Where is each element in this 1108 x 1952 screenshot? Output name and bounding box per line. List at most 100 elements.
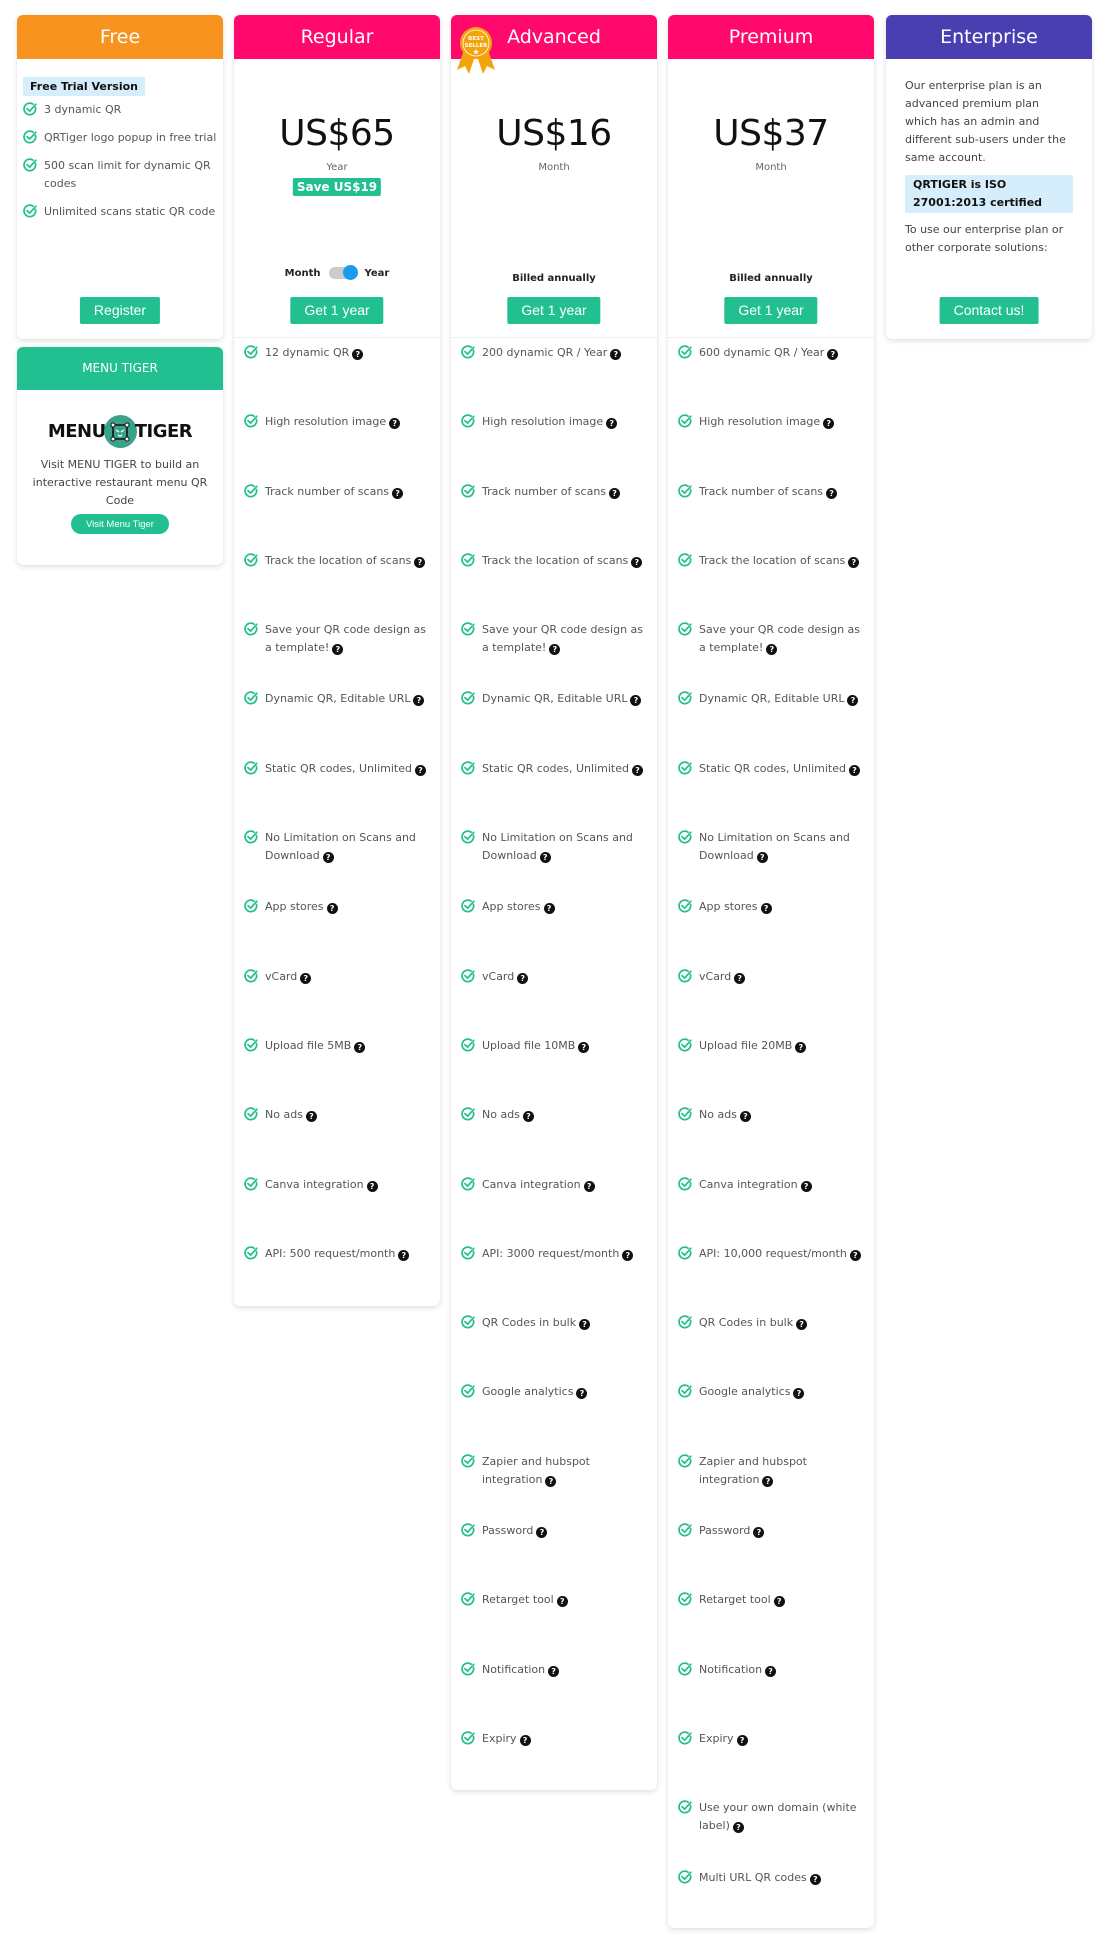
free-feature-item: QRTiger logo popup in free trial	[23, 129, 219, 147]
help-tooltip-icon[interactable]: ?	[322, 852, 334, 864]
help-tooltip-icon[interactable]: ?	[610, 349, 622, 360]
toggle-label-year: Year	[364, 267, 390, 279]
help-tooltip-icon[interactable]: ?	[630, 695, 642, 707]
check-circle-icon	[678, 1176, 692, 1191]
get-1-year-button-premium[interactable]: Get 1 year	[724, 297, 818, 324]
feature-text: 500 scan limit for dynamic QR codes	[44, 159, 211, 190]
feature-text: No ads	[699, 1108, 737, 1122]
help-tooltip-icon[interactable]: ?	[762, 1475, 774, 1487]
feature-text: QR Codes in bulk	[699, 1316, 794, 1330]
check-circle-icon	[23, 158, 37, 172]
get-1-year-button-regular[interactable]: Get 1 year	[290, 297, 384, 324]
help-tooltip-icon[interactable]: ?	[326, 903, 338, 915]
menu-tiger-card: MENU TIGER MENU TIGER Visit MENU TIGER t…	[17, 347, 223, 565]
help-tooltip-icon[interactable]: ?	[756, 852, 768, 864]
help-tooltip-icon[interactable]: ?	[392, 487, 404, 499]
help-tooltip-icon[interactable]: ?	[823, 418, 835, 430]
help-tooltip-icon[interactable]: ?	[606, 418, 618, 430]
help-tooltip-icon[interactable]: ?	[539, 852, 551, 864]
visit-menu-tiger-button[interactable]: Visit Menu Tiger	[71, 514, 169, 534]
help-tooltip-icon[interactable]: ?	[354, 1041, 366, 1053]
feature-list-premium: 600 dynamic QR / Year? High resolution im…	[668, 338, 874, 1938]
feature-text: 12 dynamic QR	[265, 346, 350, 359]
help-tooltip-icon[interactable]: ?	[548, 1665, 560, 1677]
help-tooltip-icon[interactable]: ?	[753, 1527, 765, 1539]
help-tooltip-icon[interactable]: ?	[519, 1734, 531, 1746]
help-tooltip-icon[interactable]: ?	[800, 1180, 812, 1192]
plan-card-advanced: Advanced BEST SELLER US$16 Month Billed …	[451, 15, 657, 1790]
help-tooltip-icon[interactable]: ?	[549, 644, 561, 656]
help-tooltip-icon[interactable]: ?	[849, 1249, 861, 1261]
help-tooltip-icon[interactable]: ?	[736, 1734, 748, 1746]
check-circle-icon	[461, 830, 475, 844]
help-tooltip-icon[interactable]: ?	[578, 1041, 590, 1053]
check-circle-icon	[244, 1038, 258, 1052]
feature-text: High resolution image	[699, 415, 821, 429]
feature-text: Expiry	[699, 1731, 734, 1745]
help-tooltip-icon[interactable]: ?	[795, 1041, 807, 1053]
menu-tiger-logo: MENU TIGER	[17, 415, 223, 448]
help-tooltip-icon[interactable]: ?	[848, 764, 860, 776]
help-tooltip-icon[interactable]: ?	[543, 903, 555, 915]
help-tooltip-icon[interactable]: ?	[847, 695, 859, 707]
help-tooltip-icon[interactable]: ?	[536, 1527, 548, 1539]
feature-item: No ads?	[244, 1106, 430, 1175]
help-tooltip-icon[interactable]: ?	[609, 487, 621, 499]
help-tooltip-icon[interactable]: ?	[732, 1822, 744, 1834]
check-circle-icon	[461, 622, 475, 636]
help-tooltip-icon[interactable]: ?	[734, 972, 746, 984]
help-tooltip-icon[interactable]: ?	[579, 1319, 591, 1331]
contact-us-button[interactable]: Contact us!	[939, 297, 1039, 324]
help-tooltip-icon[interactable]: ?	[517, 972, 529, 984]
feature-item: Use your own domain (white label)?	[678, 1799, 864, 1868]
help-tooltip-icon[interactable]: ?	[826, 487, 838, 499]
enterprise-description: Our enterprise plan is an advanced premi…	[905, 79, 1066, 164]
check-circle-icon	[678, 761, 692, 775]
help-tooltip-icon[interactable]: ?	[389, 418, 401, 430]
help-tooltip-icon[interactable]: ?	[398, 1249, 410, 1261]
help-tooltip-icon[interactable]: ?	[848, 556, 860, 568]
help-tooltip-icon[interactable]: ?	[332, 644, 344, 656]
check-circle-icon	[461, 968, 475, 983]
billing-period-toggle[interactable]	[328, 265, 358, 280]
help-tooltip-icon[interactable]: ?	[631, 556, 643, 568]
help-tooltip-icon[interactable]: ?	[809, 1873, 821, 1885]
help-tooltip-icon[interactable]: ?	[622, 1249, 634, 1261]
help-tooltip-icon[interactable]: ?	[773, 1596, 785, 1608]
help-tooltip-icon[interactable]: ?	[827, 349, 839, 360]
help-tooltip-icon[interactable]: ?	[413, 695, 425, 707]
help-tooltip-icon[interactable]: ?	[796, 1319, 808, 1331]
help-tooltip-icon[interactable]: ?	[556, 1596, 568, 1608]
get-1-year-button-advanced[interactable]: Get 1 year	[507, 297, 601, 324]
period-advanced: Month	[538, 162, 570, 173]
help-tooltip-icon[interactable]: ?	[760, 903, 772, 915]
check-circle-icon	[461, 1107, 475, 1121]
help-tooltip-icon[interactable]: ?	[414, 556, 426, 568]
help-tooltip-icon[interactable]: ?	[545, 1475, 557, 1487]
feature-text: QR Codes in bulk	[482, 1316, 577, 1330]
feature-item: High resolution image?	[461, 413, 647, 482]
help-tooltip-icon[interactable]: ?	[522, 1111, 534, 1123]
free-feature-item: 500 scan limit for dynamic QR codes	[23, 157, 219, 193]
feature-text: High resolution image	[265, 415, 387, 429]
feature-item: Multi URL QR codes?	[678, 1869, 864, 1938]
help-tooltip-icon[interactable]: ?	[631, 764, 643, 776]
help-tooltip-icon[interactable]: ?	[300, 972, 312, 984]
check-circle-icon	[461, 691, 475, 705]
help-tooltip-icon[interactable]: ?	[366, 1180, 378, 1192]
help-tooltip-icon[interactable]: ?	[793, 1388, 805, 1400]
help-tooltip-icon[interactable]: ?	[576, 1388, 588, 1400]
help-tooltip-icon[interactable]: ?	[765, 1665, 777, 1677]
help-tooltip-icon[interactable]: ?	[414, 764, 426, 776]
help-tooltip-icon[interactable]: ?	[766, 644, 778, 656]
check-circle-icon	[678, 1523, 692, 1537]
check-circle-icon	[461, 1731, 475, 1745]
help-tooltip-icon[interactable]: ?	[583, 1180, 595, 1192]
help-tooltip-icon[interactable]: ?	[305, 1111, 317, 1123]
help-tooltip-icon[interactable]: ?	[739, 1111, 751, 1123]
feature-item: Zapier and hubspot integration?	[461, 1453, 647, 1522]
period-premium: Month	[755, 162, 787, 173]
register-button[interactable]: Register	[79, 297, 161, 324]
toggle-knob	[342, 265, 358, 280]
help-tooltip-icon[interactable]: ?	[352, 349, 364, 360]
